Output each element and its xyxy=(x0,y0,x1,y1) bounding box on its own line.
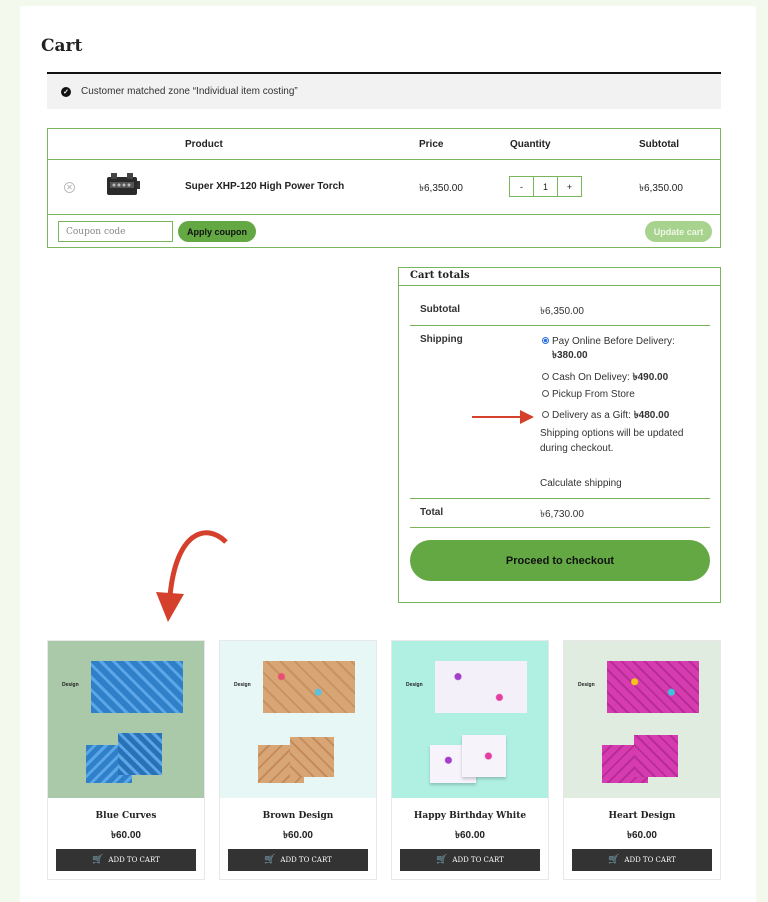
pattern-swatch xyxy=(607,661,699,713)
red-curved-arrow-icon xyxy=(156,530,228,622)
shipping-option-gift[interactable]: Delivery as a Gift: ৳480.00 xyxy=(542,408,669,425)
coupon-code-input[interactable]: Coupon code xyxy=(58,221,173,242)
add-to-cart-button[interactable]: 🛒 ADD TO CART xyxy=(400,849,540,871)
update-cart-button[interactable]: Update cart xyxy=(645,221,712,242)
gift-box xyxy=(290,737,334,777)
product-name-link[interactable]: Super XHP-120 High Power Torch xyxy=(185,181,344,192)
cart-page: Cart ✓ Customer matched zone “Individual… xyxy=(20,6,756,902)
shipping-option-pickup[interactable]: Pickup From Store xyxy=(542,389,635,400)
coupon-row: Coupon code Apply coupon Update cart xyxy=(48,215,720,248)
cart-icon: 🛒 xyxy=(608,855,620,865)
product-price: ৳6,350.00 xyxy=(419,183,463,194)
product-card[interactable]: Design Blue Curves ৳60.00 🛒 ADD TO CART xyxy=(47,640,205,880)
gift-box xyxy=(634,735,678,777)
add-to-cart-button[interactable]: 🛒 ADD TO CART xyxy=(228,849,368,871)
product-thumbnail[interactable] xyxy=(102,171,142,201)
red-arrow-right-icon xyxy=(472,410,534,424)
product-card[interactable]: Design Heart Design ৳60.00 🛒 ADD TO CART xyxy=(563,640,721,880)
total-label: Total xyxy=(420,507,444,518)
product-price: ৳60.00 xyxy=(282,830,313,841)
shipping-option-label: Delivery as a Gift: xyxy=(552,410,631,421)
cart-totals: Cart totals Subtotal ৳6,350.00 Shipping … xyxy=(398,267,721,603)
subtotal-value: ৳6,350.00 xyxy=(540,306,584,317)
add-to-cart-button[interactable]: 🛒 ADD TO CART xyxy=(572,849,712,871)
remove-icon[interactable]: ✕ xyxy=(64,182,75,193)
header-price: Price xyxy=(419,139,444,150)
quantity-minus-button[interactable]: - xyxy=(510,177,533,196)
subtotal-label: Subtotal xyxy=(420,304,460,315)
cart-table: Product Price Quantity Subtotal ✕ Super … xyxy=(47,128,721,248)
product-image[interactable]: Design xyxy=(392,641,548,798)
product-card[interactable]: Design Happy Birthday White ৳60.00 🛒 ADD … xyxy=(391,640,549,880)
divider xyxy=(410,325,710,326)
add-to-cart-label: ADD TO CART xyxy=(280,856,332,864)
add-to-cart-label: ADD TO CART xyxy=(624,856,676,864)
product-price: ৳60.00 xyxy=(454,830,485,841)
product-subtotal: ৳6,350.00 xyxy=(639,183,683,194)
design-label: Design xyxy=(62,682,79,688)
radio-icon[interactable] xyxy=(542,389,549,397)
pattern-swatch xyxy=(435,661,527,713)
apply-coupon-button[interactable]: Apply coupon xyxy=(178,221,256,242)
product-image[interactable]: Design xyxy=(220,641,376,798)
gift-box xyxy=(118,733,162,775)
add-to-cart-button[interactable]: 🛒 ADD TO CART xyxy=(56,849,196,871)
design-label: Design xyxy=(406,682,423,688)
proceed-to-checkout-button[interactable]: Proceed to checkout xyxy=(410,540,710,581)
design-label: Design xyxy=(234,682,251,688)
quantity-input[interactable]: 1 xyxy=(533,177,558,196)
header-quantity: Quantity xyxy=(510,139,551,150)
add-to-cart-label: ADD TO CART xyxy=(108,856,160,864)
divider xyxy=(410,498,710,499)
product-title[interactable]: Brown Design xyxy=(220,811,376,821)
shipping-option-price: ৳490.00 xyxy=(632,372,669,383)
shipping-option-cash-on-delivery[interactable]: Cash On Delivey: ৳490.00 xyxy=(542,370,668,387)
design-label: Design xyxy=(578,682,595,688)
radio-icon[interactable] xyxy=(542,372,549,380)
shipping-label: Shipping xyxy=(420,334,463,345)
gift-box xyxy=(462,735,506,777)
cart-item-row: ✕ Super XHP-120 High Power Torch ৳6,350.… xyxy=(48,160,720,215)
product-price: ৳60.00 xyxy=(110,830,141,841)
product-grid: Design Blue Curves ৳60.00 🛒 ADD TO CART D… xyxy=(47,640,721,880)
radio-selected-icon[interactable] xyxy=(542,336,549,344)
cart-icon: 🛒 xyxy=(264,855,276,865)
product-price: ৳60.00 xyxy=(626,830,657,841)
product-image[interactable]: Design xyxy=(564,641,720,798)
cart-icon: 🛒 xyxy=(92,855,104,865)
quantity-plus-button[interactable]: + xyxy=(558,177,581,196)
total-value: ৳6,730.00 xyxy=(540,509,584,520)
shipping-option-label: Pickup From Store xyxy=(552,389,635,400)
radio-icon[interactable] xyxy=(542,410,549,418)
calculate-shipping-link[interactable]: Calculate shipping xyxy=(540,478,622,489)
product-image[interactable]: Design xyxy=(48,641,204,798)
page-title: Cart xyxy=(41,36,83,56)
quantity-stepper[interactable]: - 1 + xyxy=(509,176,582,197)
check-circle-icon: ✓ xyxy=(61,86,71,97)
pattern-swatch xyxy=(91,661,183,713)
pattern-swatch xyxy=(263,661,355,713)
notice-text: Customer matched zone “Individual item c… xyxy=(81,86,298,97)
product-card[interactable]: Design Brown Design ৳60.00 🛒 ADD TO CART xyxy=(219,640,377,880)
shipping-option-price: ৳380.00 xyxy=(552,350,588,361)
shipping-option-label: Cash On Delivey: xyxy=(552,372,630,383)
shipping-note: Shipping options will be updated during … xyxy=(540,428,684,454)
zone-notice: ✓ Customer matched zone “Individual item… xyxy=(47,72,721,109)
cart-icon: 🛒 xyxy=(436,855,448,865)
shipping-option-label: Pay Online Before Delivery: xyxy=(552,336,675,347)
divider xyxy=(410,527,710,528)
header-product: Product xyxy=(185,139,223,150)
product-title[interactable]: Happy Birthday White xyxy=(392,811,548,821)
product-title[interactable]: Heart Design xyxy=(564,811,720,821)
header-subtotal: Subtotal xyxy=(639,139,679,150)
shipping-option-price: ৳480.00 xyxy=(633,410,670,421)
add-to-cart-label: ADD TO CART xyxy=(452,856,504,864)
cart-table-header: Product Price Quantity Subtotal xyxy=(48,129,720,160)
product-title[interactable]: Blue Curves xyxy=(48,811,204,821)
cart-totals-heading: Cart totals xyxy=(399,268,720,286)
shipping-option-pay-online[interactable]: Pay Online Before Delivery: ৳380.00 xyxy=(542,335,702,363)
